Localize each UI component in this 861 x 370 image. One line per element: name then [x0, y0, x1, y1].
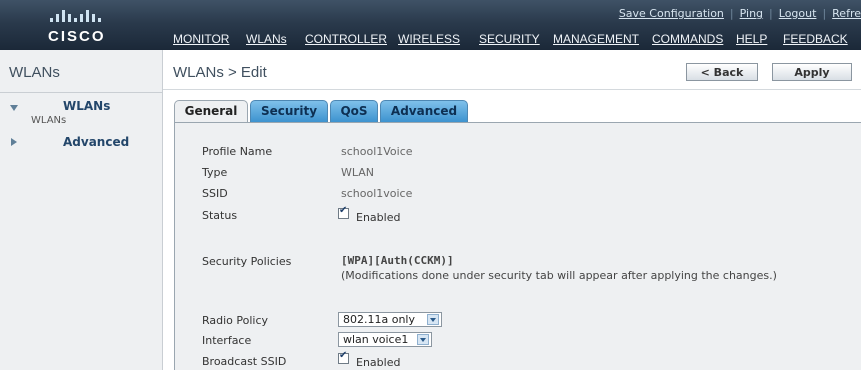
- utility-links: Save Configuration | Ping | Logout | Refre: [618, 7, 861, 20]
- top-header: CISCO Save Configuration | Ping | Logout | Ref…: [0, 0, 861, 50]
- sidebar: WLANs WLANs WLANs Advanced: [0, 50, 163, 370]
- broadcast-ssid-checkbox[interactable]: [338, 350, 349, 364]
- apply-button[interactable]: Apply: [772, 63, 852, 81]
- ssid-label: SSID: [202, 187, 228, 200]
- tab-qos[interactable]: QoS: [330, 100, 378, 122]
- logout-link[interactable]: Logout: [779, 7, 817, 20]
- profile-name-value: school1Voice: [341, 145, 413, 158]
- tab-general[interactable]: General: [174, 100, 248, 123]
- save-configuration-link[interactable]: Save Configuration: [619, 7, 724, 20]
- status-label: Status: [202, 209, 238, 222]
- interface-select[interactable]: wlan voice1: [338, 332, 432, 347]
- nav-controller[interactable]: CONTROLLER: [305, 32, 387, 46]
- security-policies-value: [WPA][Auth(CCKM)]: [341, 254, 454, 267]
- radio-policy-label: Radio Policy: [202, 314, 269, 327]
- dropdown-arrow-icon[interactable]: [417, 334, 429, 345]
- nav-wireless[interactable]: WIRELESS: [398, 32, 460, 46]
- security-policies-label: Security Policies: [202, 255, 292, 268]
- nav-security[interactable]: SECURITY: [479, 32, 540, 46]
- expanded-arrow-icon[interactable]: [10, 105, 18, 111]
- security-policies-note: (Modifications done under security tab w…: [341, 269, 777, 282]
- refresh-link[interactable]: Refre: [832, 7, 861, 20]
- nav-help[interactable]: HELP: [736, 32, 767, 46]
- interface-selected: wlan voice1: [343, 333, 409, 346]
- main-nav: MONITOR WLANs CONTROLLER WIRELESS SECURI…: [0, 32, 861, 50]
- sidebar-item-wlans[interactable]: WLANs: [63, 99, 110, 113]
- broadcast-ssid-enabled-label: Enabled: [356, 356, 401, 369]
- general-panel: [174, 122, 861, 370]
- dropdown-arrow-icon[interactable]: [427, 314, 439, 325]
- tab-security[interactable]: Security: [250, 100, 328, 122]
- broadcast-ssid-label: Broadcast SSID: [202, 355, 287, 368]
- status-enabled-checkbox[interactable]: [338, 205, 349, 219]
- sidebar-item-advanced[interactable]: Advanced: [63, 135, 129, 149]
- sidebar-subitem-wlans[interactable]: WLANs: [31, 115, 66, 126]
- page-title: WLANs > Edit: [173, 64, 267, 81]
- collapsed-arrow-icon[interactable]: [11, 138, 17, 146]
- cisco-bars-icon: [50, 8, 104, 22]
- back-button[interactable]: < Back: [686, 63, 758, 81]
- ssid-value: school1voice: [341, 187, 413, 200]
- type-label: Type: [202, 166, 228, 179]
- radio-policy-select[interactable]: 802.11a only: [338, 312, 442, 327]
- nav-monitor[interactable]: MONITOR: [173, 32, 229, 46]
- nav-wlans[interactable]: WLANs: [246, 32, 287, 46]
- title-divider: [163, 89, 861, 90]
- profile-name-label: Profile Name: [202, 145, 273, 158]
- tab-advanced[interactable]: Advanced: [380, 100, 468, 122]
- status-enabled-label: Enabled: [356, 211, 401, 224]
- nav-management[interactable]: MANAGEMENT: [553, 32, 639, 46]
- radio-policy-selected: 802.11a only: [343, 313, 415, 326]
- ping-link[interactable]: Ping: [740, 7, 763, 20]
- nav-commands[interactable]: COMMANDS: [652, 32, 723, 46]
- nav-feedback[interactable]: FEEDBACK: [783, 32, 848, 46]
- type-value: WLAN: [341, 166, 375, 179]
- sidebar-divider: [0, 92, 162, 93]
- interface-label: Interface: [202, 334, 252, 347]
- sidebar-title: WLANs: [9, 64, 60, 81]
